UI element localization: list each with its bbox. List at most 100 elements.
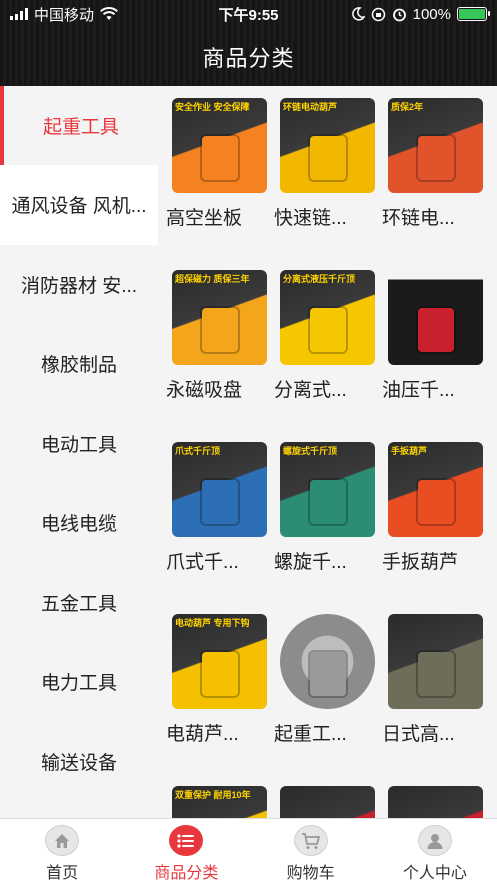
product-shape bbox=[418, 652, 454, 696]
tab-profile[interactable]: 个人中心 bbox=[373, 819, 497, 883]
product-image: 双重保护 耐用10年 bbox=[172, 786, 267, 818]
moon-icon bbox=[351, 7, 365, 21]
product-card[interactable]: 螺旋式千斤顶 螺旋千... bbox=[266, 442, 375, 574]
product-image-caption: 分离式液压千斤顶 bbox=[283, 274, 356, 284]
product-name: 起重工... bbox=[274, 724, 347, 745]
tab-label: 商品分类 bbox=[154, 865, 219, 882]
tab-label: 个人中心 bbox=[402, 865, 467, 882]
product-image: 分离式液压千斤顶 bbox=[280, 270, 375, 365]
product-card[interactable] bbox=[266, 786, 375, 818]
sidebar-item-label: 五金工具 bbox=[40, 593, 117, 615]
battery-icon bbox=[457, 7, 490, 21]
home-icon bbox=[45, 825, 80, 856]
product-name: 油压千... bbox=[382, 380, 455, 401]
sidebar-item-conveyor[interactable]: 输送设备 bbox=[0, 722, 158, 802]
carrier-label: 中国移动 bbox=[34, 6, 95, 24]
tab-label: 购物车 bbox=[286, 865, 335, 882]
product-image: 质保2年 bbox=[388, 98, 483, 193]
list-icon bbox=[169, 825, 204, 856]
sidebar-item-label: 消防器材 安... bbox=[20, 275, 138, 297]
product-image bbox=[280, 614, 375, 709]
product-shape bbox=[418, 480, 454, 524]
product-name: 环链电... bbox=[382, 208, 455, 229]
product-name: 分离式... bbox=[274, 380, 347, 401]
sidebar-item-lifting[interactable]: 起重工具 bbox=[0, 86, 158, 165]
product-card[interactable]: 日式高... bbox=[374, 614, 483, 746]
product-card[interactable]: 爪式千斤顶爪式千... bbox=[158, 442, 267, 574]
product-image: 电动葫芦 专用下钩 bbox=[172, 614, 267, 709]
product-shape bbox=[418, 308, 454, 352]
product-image bbox=[388, 786, 483, 818]
product-name: 手扳葫芦 bbox=[382, 552, 459, 573]
product-name: 日式高... bbox=[382, 724, 455, 745]
battery-percent: 100% bbox=[412, 5, 451, 23]
product-name: 电葫芦... bbox=[166, 724, 239, 745]
product-shape bbox=[310, 480, 346, 524]
product-name: 爪式千... bbox=[166, 552, 239, 573]
product-image-caption: 环链电动葫芦 bbox=[283, 102, 338, 112]
cart-icon bbox=[293, 825, 328, 856]
signal-icon bbox=[10, 8, 28, 20]
product-shape bbox=[310, 308, 346, 352]
product-card[interactable]: 双重保护 耐用10年 bbox=[158, 786, 267, 818]
tab-bar: 首页 商品分类 购物车 个人中心 bbox=[0, 818, 497, 883]
rotation-lock-icon bbox=[371, 7, 385, 21]
product-card[interactable] bbox=[374, 786, 483, 818]
product-image-caption: 质保2年 bbox=[391, 102, 424, 112]
product-image-caption: 手扳葫芦 bbox=[391, 446, 428, 456]
tab-home[interactable]: 首页 bbox=[0, 819, 124, 883]
product-image: 手扳葫芦 bbox=[388, 442, 483, 537]
tab-categories[interactable]: 商品分类 bbox=[124, 819, 248, 883]
product-name: 快速链... bbox=[274, 208, 347, 229]
sidebar-item-label: 电动工具 bbox=[40, 434, 117, 456]
sidebar-item-power-tools[interactable]: 电动工具 bbox=[0, 404, 158, 484]
product-image bbox=[280, 786, 375, 818]
product-card[interactable]: 手扳葫芦 手扳葫芦 bbox=[374, 442, 483, 574]
product-card[interactable]: 起重工... bbox=[266, 614, 375, 746]
product-image-caption: 安全作业 安全保障 bbox=[175, 102, 250, 112]
sidebar-item-label: 电线电缆 bbox=[40, 514, 117, 536]
alarm-icon bbox=[392, 8, 406, 21]
product-card[interactable]: 超保磁力 质保三年 永磁吸盘 bbox=[158, 270, 267, 402]
sidebar-item-hardware[interactable]: 五金工具 bbox=[0, 563, 158, 643]
product-card[interactable]: 电动葫芦 专用下钩电葫芦... bbox=[158, 614, 267, 746]
tab-cart[interactable]: 购物车 bbox=[249, 819, 373, 883]
product-card[interactable]: 质保2年环链电... bbox=[374, 98, 483, 230]
product-image: 安全作业 安全保障 bbox=[172, 98, 267, 193]
product-image-caption: 螺旋式千斤顶 bbox=[283, 446, 338, 456]
product-image bbox=[388, 270, 483, 365]
product-card[interactable]: 分离式液压千斤顶分离式... bbox=[266, 270, 375, 402]
product-image bbox=[388, 614, 483, 709]
product-image-caption: 超保磁力 质保三年 bbox=[175, 274, 250, 284]
product-shape bbox=[310, 652, 346, 696]
sidebar-item-fire[interactable]: 消防器材 安... bbox=[0, 245, 158, 325]
product-card[interactable]: 环链电动葫芦快速链... bbox=[266, 98, 375, 230]
product-image: 爪式千斤顶 bbox=[172, 442, 267, 537]
page-title: 商品分类 bbox=[202, 46, 295, 71]
sidebar-item-rubber[interactable]: 橡胶制品 bbox=[0, 324, 158, 404]
product-shape bbox=[418, 136, 454, 180]
sidebar-item-label: 输送设备 bbox=[40, 752, 117, 774]
product-shape bbox=[202, 308, 238, 352]
sidebar-item-label: 橡胶制品 bbox=[40, 355, 117, 377]
product-name: 高空坐板 bbox=[166, 208, 243, 229]
product-shape bbox=[202, 136, 238, 180]
sidebar-item-label: 通风设备 风机... bbox=[11, 196, 147, 218]
product-image: 环链电动葫芦 bbox=[280, 98, 375, 193]
sidebar-item-cables[interactable]: 电线电缆 bbox=[0, 483, 158, 563]
product-image: 超保磁力 质保三年 bbox=[172, 270, 267, 365]
sidebar-item-ventilation[interactable]: 通风设备 风机... bbox=[0, 165, 158, 245]
product-card[interactable]: 安全作业 安全保障高空坐板 bbox=[158, 98, 267, 230]
status-bar: 中国移动 下午9:55 100% bbox=[0, 0, 497, 28]
product-card[interactable]: 油压千... bbox=[374, 270, 483, 402]
product-image-caption: 电动葫芦 专用下钩 bbox=[175, 618, 250, 628]
wifi-icon bbox=[100, 7, 118, 20]
clock: 下午9:55 bbox=[218, 6, 279, 24]
product-image: 螺旋式千斤顶 bbox=[280, 442, 375, 537]
top-bar: 中国移动 下午9:55 100% 商品分类 bbox=[0, 0, 497, 86]
product-grid-area: 安全作业 安全保障 高空坐板 环链电动葫芦 快速链... 质保2年 环链电... 超保磁力 … bbox=[158, 86, 497, 818]
product-image-caption: 爪式千斤顶 bbox=[175, 446, 221, 456]
category-sidebar: 起重工具 通风设备 风机... 消防器材 安... 橡胶制品 电动工具 电线电缆… bbox=[0, 86, 158, 818]
user-icon bbox=[417, 825, 452, 856]
sidebar-item-electric[interactable]: 电力工具 bbox=[0, 642, 158, 722]
